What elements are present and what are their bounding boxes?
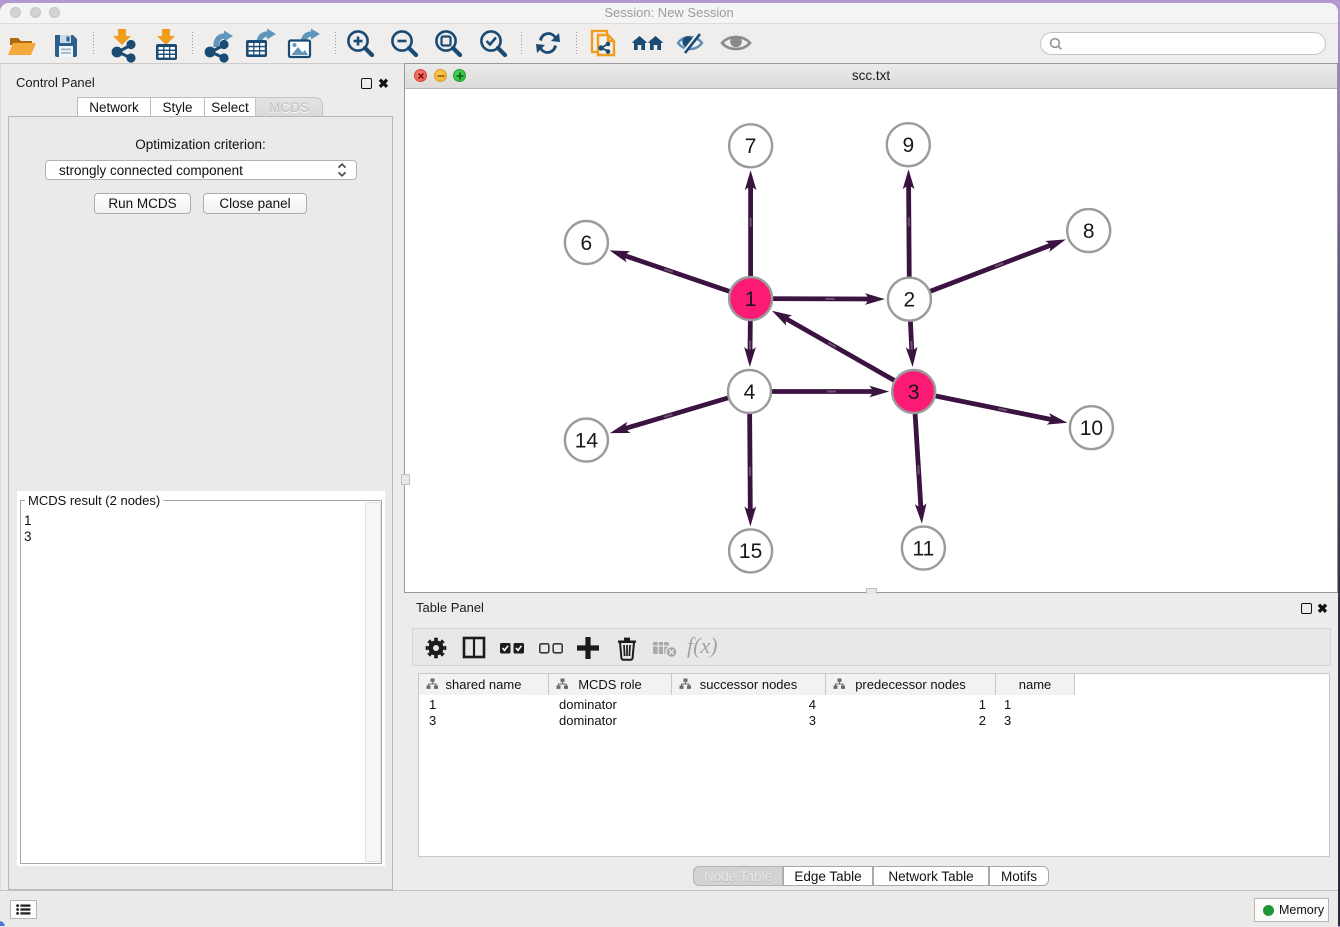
svg-text:6: 6: [581, 232, 593, 255]
svg-text:7: 7: [745, 135, 757, 158]
svg-text:3: 3: [908, 381, 920, 404]
svg-text:10: 10: [1080, 417, 1103, 440]
svg-text:4: 4: [744, 381, 756, 404]
svg-text:9: 9: [902, 134, 914, 157]
svg-text:1: 1: [745, 288, 757, 311]
svg-text:15: 15: [739, 540, 762, 563]
svg-text:11: 11: [912, 537, 934, 560]
svg-text:8: 8: [1083, 220, 1095, 243]
svg-text:2: 2: [904, 289, 916, 312]
svg-text:14: 14: [575, 429, 599, 452]
